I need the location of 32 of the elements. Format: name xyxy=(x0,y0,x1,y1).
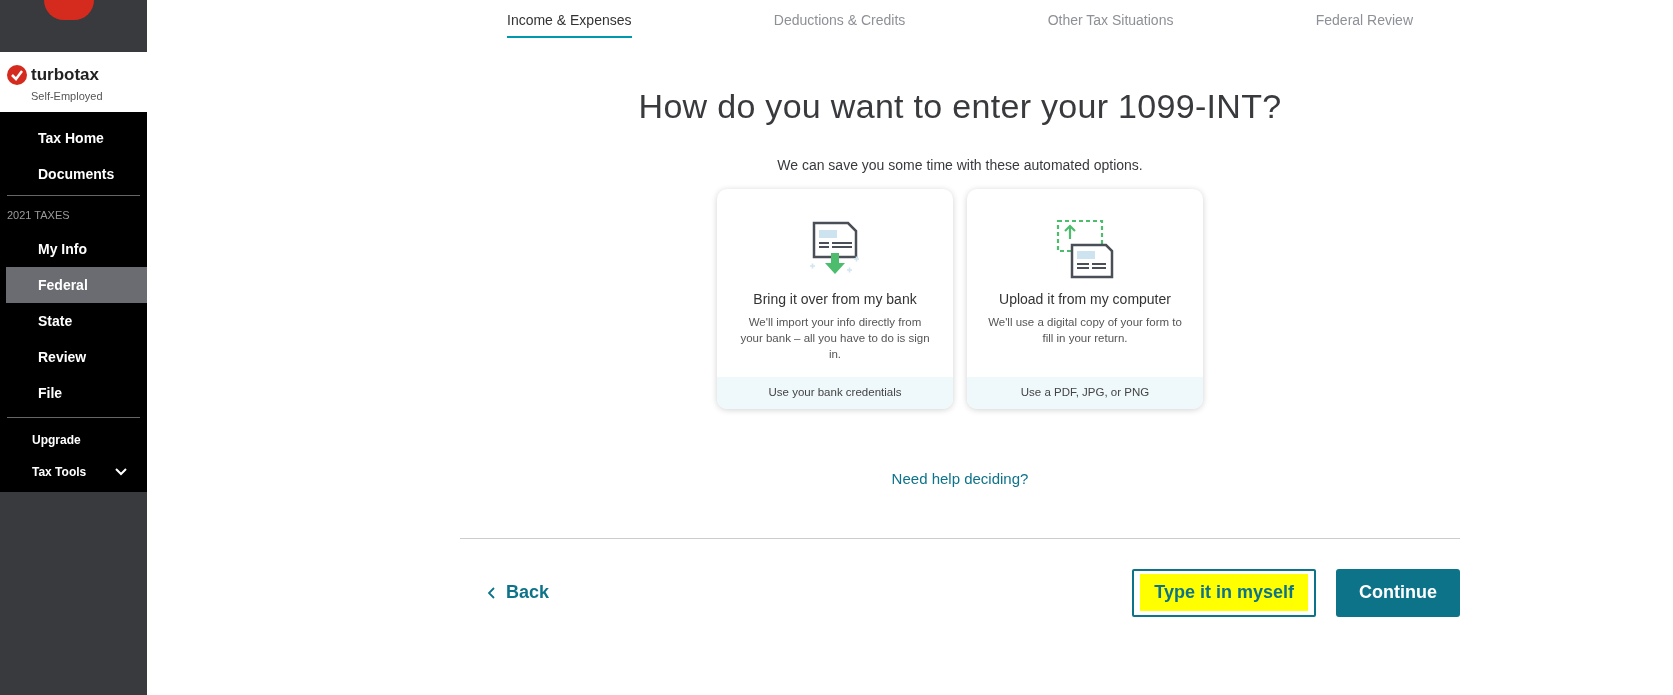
section-title: 2021 TAXES xyxy=(6,207,71,223)
progress-tab[interactable]: Income & Expenses xyxy=(507,10,632,38)
help-link[interactable]: Need help deciding? xyxy=(891,468,1029,491)
page-heading: How do you want to enter your 1099-INT? xyxy=(638,86,1282,127)
option-card[interactable]: Upload it from my computer We'll use a digital copy of your form to fill in your return. Use a PDF, JPG, or PNG xyxy=(967,189,1203,409)
nav-item[interactable]: Federal xyxy=(6,267,147,303)
back-button[interactable]: Back xyxy=(488,579,550,606)
brand-edition: Self-Employed xyxy=(30,88,104,104)
tool-link[interactable]: Tax Tools xyxy=(0,456,147,488)
nav-item[interactable]: File xyxy=(6,375,147,411)
nav-item[interactable]: Tax Home xyxy=(6,120,147,156)
chevron-down-icon xyxy=(115,468,127,476)
nav-item[interactable]: Documents xyxy=(6,156,147,192)
option-description: We'll use a digital copy of your form to fill in your return. xyxy=(987,315,1183,346)
option-card[interactable]: Bring it over from my bank We'll import your info directly from your bank – all you have to do is sign in. Use your bank credentials xyxy=(717,189,953,409)
option-footer: Use a PDF, JPG, or PNG xyxy=(967,377,1203,409)
checkmark-logo-icon xyxy=(7,64,27,85)
tool-link[interactable]: Upgrade xyxy=(0,424,147,456)
option-description: We'll import your info directly from your bank – all you have to do is sign in. xyxy=(739,315,931,362)
nav-item[interactable]: Review xyxy=(6,339,147,375)
option-title: Upload it from my computer xyxy=(999,290,1171,309)
subheading: We can save you some time with these automated options. xyxy=(777,156,1143,175)
option-footer: Use your bank credentials xyxy=(717,377,953,409)
type-manually-button[interactable]: Type it in myself xyxy=(1132,568,1316,617)
continue-button[interactable]: Continue xyxy=(1336,568,1460,617)
document-upload-icon xyxy=(1056,219,1114,279)
chevron-left-icon xyxy=(488,586,496,599)
option-title: Bring it over from my bank xyxy=(753,290,917,309)
brand-name: turbotax xyxy=(31,64,99,86)
logo-icon xyxy=(43,0,94,20)
nav-item[interactable]: State xyxy=(6,303,147,339)
nav-item[interactable]: My Info xyxy=(6,231,147,267)
